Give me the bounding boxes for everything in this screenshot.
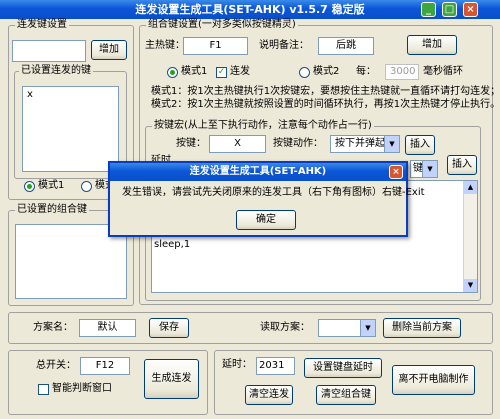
dialog-title-bar[interactable]: 连发设置生成工具(SET-AHK) bbox=[110, 163, 406, 181]
error-dialog[interactable]: 连发设置生成工具(SET-AHK) × 发生错误，请尝试先关闭原来的连发工具（右… bbox=[108, 161, 425, 237]
combo-mode2-radio[interactable] bbox=[299, 67, 310, 78]
macro-delay-select[interactable]: 键 ▼ bbox=[410, 160, 438, 178]
combo-settings-group-title: 组合键设置(一对多类似按键精灵) bbox=[146, 19, 298, 31]
chevron-down-icon[interactable]: ▼ bbox=[384, 136, 399, 152]
macro-action-label: 按键动作： bbox=[273, 138, 323, 149]
mode2-description: 模式2：按1次主热键就按照设置的时间循环执行，再按1次主热键才停止执行。 bbox=[151, 99, 500, 110]
scheme-load-select[interactable]: ▼ bbox=[318, 319, 376, 337]
rapid-fire-group-title: 连发键设置 bbox=[15, 19, 69, 31]
clear-rapid-button[interactable]: 清空连发 bbox=[245, 385, 293, 405]
macro-scrollbar[interactable]: ▲ ▼ bbox=[463, 181, 477, 292]
macro-group-title: 按键宏(从上至下执行动作，注意每个动作占一行) bbox=[152, 120, 374, 132]
repeat-checkbox[interactable]: ✓ bbox=[216, 67, 227, 78]
maximize-icon[interactable]: □ bbox=[442, 2, 457, 17]
list-item[interactable]: x bbox=[23, 87, 118, 103]
help-button[interactable]: 离不开电脑制作 bbox=[392, 365, 475, 395]
dialog-message: 发生错误，请尝试先关闭原来的连发工具（右下角有图标）右键-Exit bbox=[122, 187, 425, 198]
chevron-down-icon[interactable]: ▼ bbox=[360, 320, 375, 336]
close-icon[interactable]: × bbox=[463, 2, 478, 17]
hotkey-label: 主热键： bbox=[145, 40, 185, 51]
scheme-load-label: 读取方案： bbox=[260, 322, 310, 333]
macro-insert-button[interactable]: 插入 bbox=[405, 135, 435, 155]
macro-action-value: 按下并弹起 bbox=[335, 138, 385, 149]
rapid-mode2-radio[interactable] bbox=[81, 181, 92, 192]
remark-label: 说明备注： bbox=[259, 40, 309, 51]
macro-key-label: 按键： bbox=[176, 138, 206, 149]
window-title: 连发设置生成工具(SET-AHK) v1.5.7 稳定版 bbox=[135, 3, 365, 16]
interval-input[interactable]: 3000 bbox=[385, 64, 419, 80]
chevron-down-icon[interactable]: ▼ bbox=[422, 161, 437, 177]
scroll-up-icon[interactable]: ▲ bbox=[464, 181, 477, 194]
set-keys-list[interactable]: x bbox=[22, 86, 119, 172]
master-switch-label: 总开关： bbox=[36, 360, 76, 371]
macro-action-select[interactable]: 按下并弹起 ▼ bbox=[330, 135, 400, 153]
combo-mode2-label: 模式2 bbox=[313, 66, 340, 77]
repeat-label: 连发 bbox=[230, 66, 250, 77]
dialog-title: 连发设置生成工具(SET-AHK) bbox=[189, 166, 327, 177]
scheme-name-label: 方案名： bbox=[33, 322, 73, 333]
smart-window-checkbox[interactable] bbox=[38, 384, 49, 395]
scheme-save-button[interactable]: 保存 bbox=[149, 318, 189, 338]
scroll-down-icon[interactable]: ▼ bbox=[464, 279, 477, 292]
generate-button[interactable]: 生成连发 bbox=[144, 359, 199, 399]
remark-input[interactable]: 后跳 bbox=[318, 37, 374, 55]
dialog-close-icon[interactable]: × bbox=[389, 165, 403, 179]
set-keys-group-title: 已设置连发的键 bbox=[19, 65, 93, 77]
combo-mode1-label: 模式1 bbox=[181, 66, 208, 77]
macro-key-input[interactable]: X bbox=[209, 135, 266, 153]
combo-list-group-title: 已设置的组合键 bbox=[15, 204, 89, 216]
clear-combo-button[interactable]: 清空组合键 bbox=[316, 385, 376, 405]
master-switch-input[interactable]: F12 bbox=[80, 357, 130, 375]
smart-window-label: 智能判断窗口 bbox=[52, 383, 112, 394]
rapid-mode1-radio[interactable] bbox=[24, 181, 35, 192]
rapid-fire-key-input[interactable] bbox=[12, 40, 86, 62]
interval-unit-label: 毫秒循环 bbox=[423, 66, 463, 77]
scheme-delete-button[interactable]: 删除当前方案 bbox=[383, 318, 461, 338]
every-label: 每： bbox=[356, 66, 376, 77]
macro-line: sleep,1 bbox=[154, 239, 191, 250]
combo-add-button[interactable]: 增加 bbox=[407, 35, 457, 55]
dialog-ok-button[interactable]: 确定 bbox=[236, 210, 296, 230]
mode1-description: 模式1：按1次主热键执行1次按键宏，要想按住主热键就一直循环请打勾连发； bbox=[151, 86, 500, 97]
rapid-mode1-label: 模式1 bbox=[38, 180, 65, 191]
combo-mode1-radio[interactable] bbox=[167, 67, 178, 78]
delay-label: 延时： bbox=[222, 359, 252, 370]
delay-input[interactable]: 2031 bbox=[256, 357, 295, 375]
scheme-name-input[interactable]: 默认 bbox=[79, 319, 136, 337]
minimize-icon[interactable]: _ bbox=[421, 2, 436, 17]
set-keyboard-delay-button[interactable]: 设置键盘延时 bbox=[304, 358, 382, 378]
macro-insert2-button[interactable]: 插入 bbox=[447, 155, 477, 175]
hotkey-input[interactable]: F1 bbox=[183, 37, 248, 55]
rapid-fire-add-button[interactable]: 增加 bbox=[91, 40, 127, 60]
